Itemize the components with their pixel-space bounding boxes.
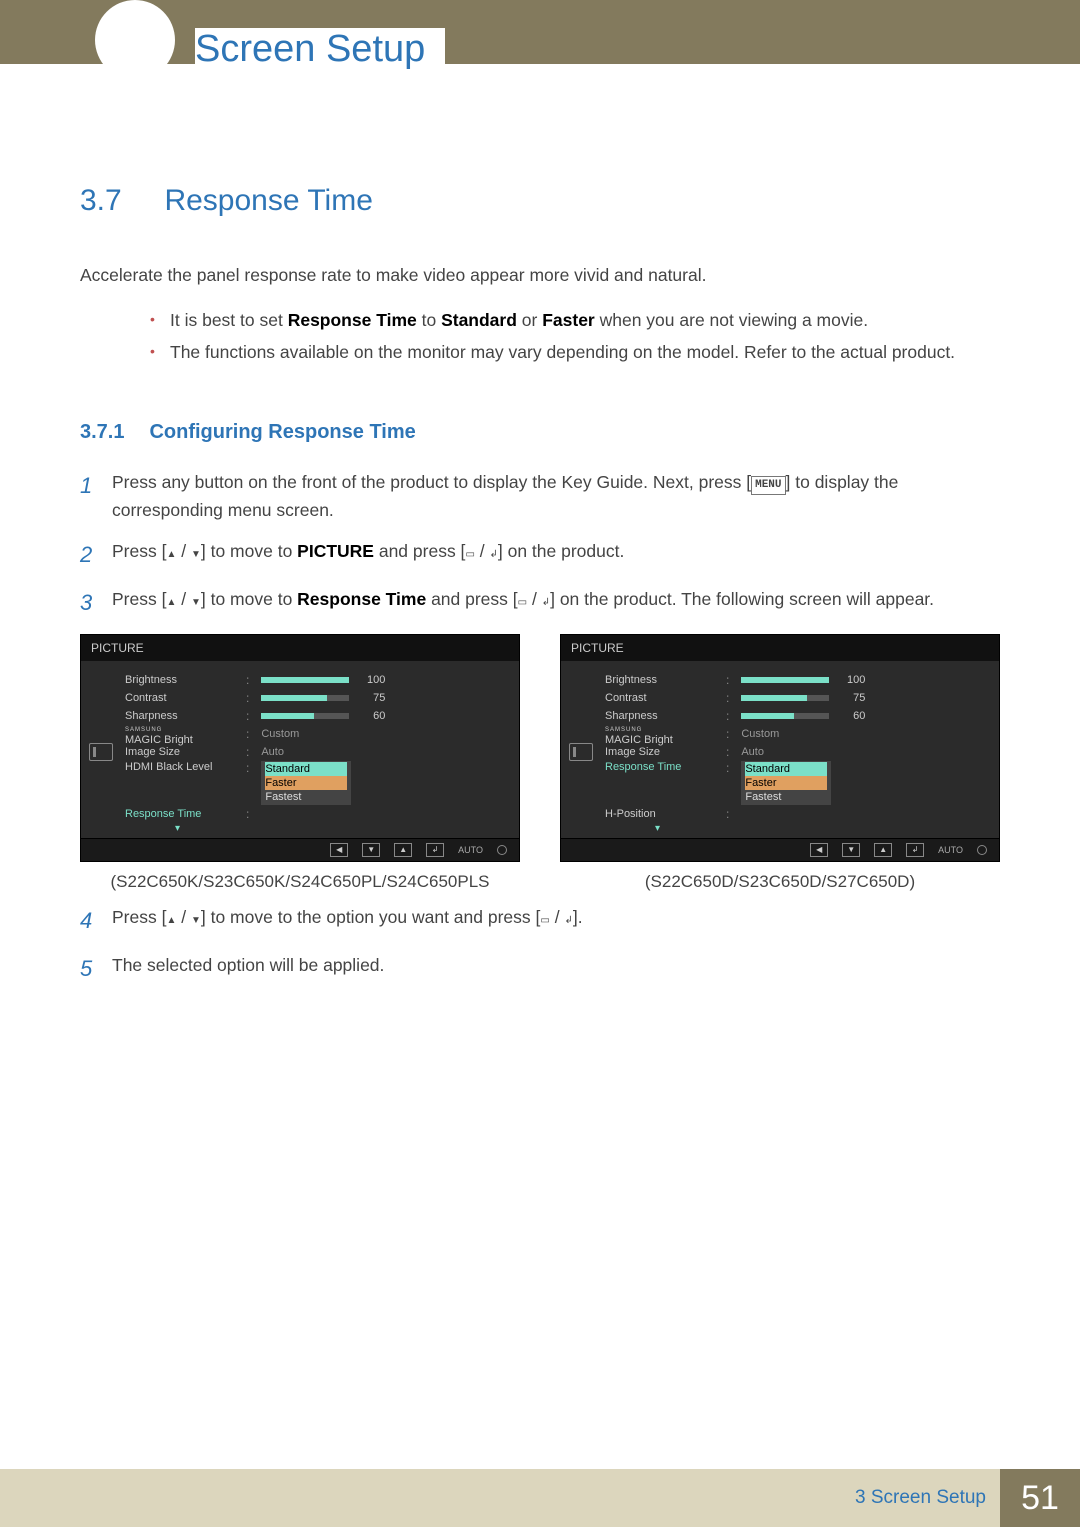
osd-power-icon bbox=[497, 845, 507, 855]
osd-more-icon: ▾ bbox=[605, 823, 991, 834]
down-icon bbox=[191, 541, 201, 561]
note-list: It is best to set Response Time to Stand… bbox=[150, 306, 1000, 366]
osd-screenshots-row: PICTURE Brightness:100 Contrast:75 Sharp… bbox=[80, 634, 1000, 894]
down-icon bbox=[191, 907, 201, 927]
up-icon bbox=[166, 589, 176, 609]
step-text: Press [ / ] to move to Response Time and… bbox=[112, 586, 1000, 620]
source-icon bbox=[518, 589, 527, 609]
menu-key-icon: MENU bbox=[751, 476, 785, 495]
step-item: 1 Press any button on the front of the p… bbox=[80, 469, 1000, 523]
enter-icon bbox=[542, 589, 550, 609]
note-item: The functions available on the monitor m… bbox=[150, 338, 1000, 366]
footer-page-number: 51 bbox=[1000, 1469, 1080, 1527]
step-text: The selected option will be applied. bbox=[112, 952, 1000, 986]
step-number: 1 bbox=[80, 469, 112, 523]
osd-up-icon: ▲ bbox=[874, 843, 892, 857]
osd-down-icon: ▼ bbox=[362, 843, 380, 857]
osd-down-icon: ▼ bbox=[842, 843, 860, 857]
content-area: 3.7 Response Time Accelerate the panel r… bbox=[0, 64, 1080, 986]
osd-up-icon: ▲ bbox=[394, 843, 412, 857]
osd-title: PICTURE bbox=[561, 635, 999, 661]
source-icon bbox=[540, 907, 549, 927]
osd-panel-left: PICTURE Brightness:100 Contrast:75 Sharp… bbox=[80, 634, 520, 862]
step-text: Press [ / ] to move to the option you wa… bbox=[112, 904, 1000, 938]
step-number: 3 bbox=[80, 586, 112, 620]
osd-left-icon: ◀ bbox=[810, 843, 828, 857]
step-number: 4 bbox=[80, 904, 112, 938]
step-text: Press [ / ] to move to PICTURE and press… bbox=[112, 538, 1000, 572]
osd-right-column: PICTURE Brightness:100 Contrast:75 Sharp… bbox=[560, 634, 1000, 894]
osd-dropdown: Standard Faster Fastest bbox=[741, 761, 831, 805]
note-item: It is best to set Response Time to Stand… bbox=[150, 306, 1000, 334]
osd-enter-icon: ↲ bbox=[906, 843, 924, 857]
step-text: Press any button on the front of the pro… bbox=[112, 469, 1000, 523]
subsection-title: Configuring Response Time bbox=[149, 421, 415, 443]
step-number: 2 bbox=[80, 538, 112, 572]
osd-auto-label: AUTO bbox=[938, 845, 963, 855]
step-item: 2 Press [ / ] to move to PICTURE and pre… bbox=[80, 538, 1000, 572]
enter-icon bbox=[489, 541, 497, 561]
osd-auto-label: AUTO bbox=[458, 845, 483, 855]
osd-sidebar-icon bbox=[89, 743, 113, 761]
source-icon bbox=[465, 541, 474, 561]
subsection-number: 3.7.1 bbox=[80, 421, 145, 444]
section-title: Response Time bbox=[164, 184, 372, 218]
osd-dropdown: Standard Faster Fastest bbox=[261, 761, 351, 805]
step-item: 5 The selected option will be applied. bbox=[80, 952, 1000, 986]
section-number: 3.7 bbox=[80, 184, 160, 218]
osd-left-column: PICTURE Brightness:100 Contrast:75 Sharp… bbox=[80, 634, 520, 894]
osd-more-icon: ▾ bbox=[125, 823, 511, 834]
step-number: 5 bbox=[80, 952, 112, 986]
osd-sidebar-icon bbox=[569, 743, 593, 761]
footer-bar: 3 Screen Setup 51 bbox=[0, 1469, 1080, 1527]
step-item: 4 Press [ / ] to move to the option you … bbox=[80, 904, 1000, 938]
osd-title: PICTURE bbox=[81, 635, 519, 661]
osd-caption-right: (S22C650D/S23C650D/S27C650D) bbox=[560, 870, 1000, 894]
osd-caption-left: (S22C650K/S23C650K/S24C650PL/S24C650PLS bbox=[80, 870, 520, 894]
subsection-heading: 3.7.1 Configuring Response Time bbox=[80, 421, 1000, 444]
down-icon bbox=[191, 589, 201, 609]
chapter-circle bbox=[95, 0, 175, 80]
header-bar: Screen Setup bbox=[0, 0, 1080, 64]
enter-icon bbox=[564, 907, 572, 927]
steps-list: 1 Press any button on the front of the p… bbox=[80, 469, 1000, 985]
osd-footer: ◀ ▼ ▲ ↲ AUTO bbox=[81, 838, 519, 861]
section-heading: 3.7 Response Time bbox=[80, 184, 1000, 218]
section-intro: Accelerate the panel response rate to ma… bbox=[80, 263, 1000, 288]
osd-power-icon bbox=[977, 845, 987, 855]
osd-panel-right: PICTURE Brightness:100 Contrast:75 Sharp… bbox=[560, 634, 1000, 862]
step-item: 3 Press [ / ] to move to Response Time a… bbox=[80, 586, 1000, 620]
chapter-title: Screen Setup bbox=[195, 28, 445, 71]
up-icon bbox=[166, 541, 176, 561]
osd-left-icon: ◀ bbox=[330, 843, 348, 857]
osd-footer: ◀ ▼ ▲ ↲ AUTO bbox=[561, 838, 999, 861]
osd-enter-icon: ↲ bbox=[426, 843, 444, 857]
up-icon bbox=[166, 907, 176, 927]
footer-chapter-label: 3 Screen Setup bbox=[855, 1487, 986, 1509]
